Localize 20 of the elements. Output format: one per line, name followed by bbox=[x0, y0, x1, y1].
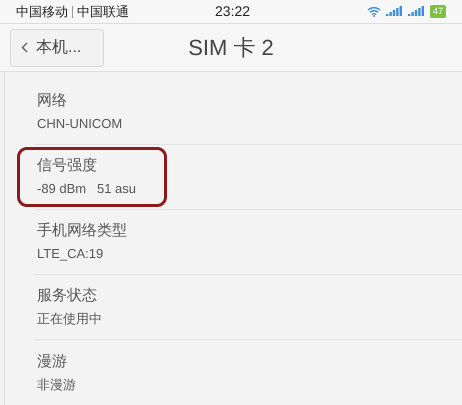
battery-indicator: 47 bbox=[430, 5, 446, 18]
item-label: 漫游 bbox=[37, 352, 68, 372]
item-value: -89 dBm 51 asu bbox=[37, 180, 136, 198]
item-value: CHN-UNICOM bbox=[37, 115, 122, 133]
item-label: 手机网络类型 bbox=[37, 221, 127, 241]
carrier-name: 中国移动 bbox=[16, 2, 68, 21]
wifi-icon bbox=[366, 6, 381, 18]
clock: 23:22 bbox=[215, 2, 250, 22]
item-label: 信号强度 bbox=[37, 156, 98, 176]
item-label: 网络 bbox=[37, 91, 68, 111]
signal-icon bbox=[408, 6, 425, 18]
item-value: LTE_CA:19 bbox=[37, 245, 104, 263]
signal-icon bbox=[386, 6, 403, 18]
back-button[interactable]: 本机... bbox=[10, 28, 104, 67]
carrier-name: 中国联通 bbox=[77, 2, 129, 21]
page-title: SIM 卡 2 bbox=[188, 34, 274, 62]
chevron-left-icon bbox=[21, 42, 28, 54]
item-value: 正在使用中 bbox=[37, 310, 102, 328]
item-value: 非漫游 bbox=[37, 376, 76, 394]
item-label: 服务状态 bbox=[37, 286, 98, 306]
